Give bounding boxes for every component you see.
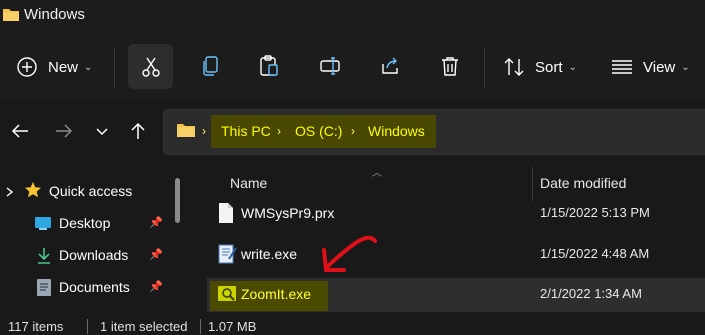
arrow-right-icon bbox=[54, 123, 74, 142]
nav-item-desktop[interactable]: Desktop 📌 bbox=[0, 208, 186, 240]
delete-button[interactable] bbox=[438, 52, 462, 80]
nav-item-label: Quick access bbox=[49, 183, 133, 199]
scrollbar-thumb[interactable] bbox=[175, 178, 180, 223]
zoomit-icon bbox=[217, 284, 237, 307]
nav-item-documents[interactable]: Documents 📌 bbox=[0, 272, 186, 304]
file-date: 1/15/2022 5:13 PM bbox=[540, 205, 650, 220]
copy-icon bbox=[201, 55, 221, 77]
rename-icon bbox=[319, 55, 341, 77]
chevron-down-icon bbox=[95, 124, 109, 140]
column-divider[interactable] bbox=[532, 167, 533, 201]
documents-icon bbox=[36, 278, 52, 300]
nav-item-quick-access[interactable]: Quick access bbox=[0, 176, 186, 208]
file-name: ZoomIt.exe bbox=[241, 286, 312, 302]
expand-chevron-icon bbox=[5, 185, 15, 201]
plus-circle-icon bbox=[16, 56, 38, 78]
status-divider bbox=[200, 319, 201, 334]
navigation-pane: Quick access Desktop 📌 Downloads 📌 Docum… bbox=[0, 170, 186, 315]
file-name: WMSysPr9.prx bbox=[241, 205, 335, 221]
nav-item-label: Downloads bbox=[59, 247, 129, 263]
cut-button[interactable] bbox=[128, 44, 173, 89]
toolbar-divider bbox=[484, 48, 485, 88]
view-button[interactable]: View ⌄ bbox=[611, 52, 690, 82]
file-date: 1/15/2022 4:48 AM bbox=[540, 246, 650, 261]
status-item-count: 117 items bbox=[8, 319, 64, 334]
sort-ascending-icon: ︿ bbox=[372, 168, 382, 179]
file-icon bbox=[217, 202, 235, 227]
star-icon bbox=[24, 181, 42, 202]
desktop-icon bbox=[34, 216, 52, 234]
file-row[interactable]: write.exe 1/15/2022 4:48 AM bbox=[207, 238, 705, 272]
status-divider bbox=[87, 319, 88, 334]
title-bar bbox=[0, 0, 705, 30]
view-button-label: View bbox=[643, 58, 676, 76]
clipboard-icon bbox=[258, 54, 280, 78]
chevron-down-icon: ⌄ bbox=[681, 61, 690, 73]
breadcrumb-windows[interactable]: Windows bbox=[368, 123, 425, 139]
trash-icon bbox=[440, 55, 460, 77]
rename-button[interactable] bbox=[318, 52, 342, 80]
arrow-left-icon bbox=[10, 123, 30, 142]
file-row[interactable]: ZoomIt.exe 2/1/2022 1:34 AM bbox=[207, 278, 705, 312]
wordpad-icon bbox=[217, 243, 237, 268]
file-date: 2/1/2022 1:34 AM bbox=[540, 286, 642, 301]
sort-button-label: Sort bbox=[535, 58, 563, 76]
column-header-date-modified[interactable]: Date modified bbox=[540, 175, 626, 191]
nav-item-label: Documents bbox=[59, 279, 130, 295]
window-title: Windows bbox=[24, 6, 85, 23]
sort-icon bbox=[503, 56, 525, 78]
breadcrumb-separator-icon: › bbox=[351, 124, 355, 138]
share-icon bbox=[379, 55, 401, 77]
forward-button[interactable] bbox=[50, 118, 78, 146]
download-icon bbox=[36, 247, 52, 268]
chevron-down-icon: ⌄ bbox=[84, 61, 93, 73]
pin-icon[interactable]: 📌 bbox=[149, 280, 163, 293]
up-button[interactable] bbox=[124, 118, 152, 146]
new-button[interactable]: New ⌄ bbox=[16, 52, 92, 82]
back-button[interactable] bbox=[6, 118, 34, 146]
annotation-arrow-icon bbox=[318, 232, 380, 281]
breadcrumb-separator-icon: › bbox=[277, 124, 281, 138]
share-button[interactable] bbox=[378, 52, 402, 80]
file-row[interactable]: WMSysPr9.prx 1/15/2022 5:13 PM bbox=[207, 197, 705, 231]
breadcrumb-this-pc[interactable]: This PC bbox=[221, 123, 271, 139]
chevron-down-icon: ⌄ bbox=[568, 61, 577, 73]
nav-item-downloads[interactable]: Downloads 📌 bbox=[0, 240, 186, 272]
pin-icon[interactable]: 📌 bbox=[149, 216, 163, 229]
arrow-up-icon bbox=[130, 121, 146, 144]
copy-button[interactable] bbox=[199, 52, 223, 80]
new-button-label: New bbox=[48, 58, 79, 76]
command-bar: New ⌄ Sort ⌄ View ⌄ bbox=[0, 30, 705, 102]
list-view-icon bbox=[611, 59, 633, 75]
folder-icon bbox=[2, 7, 20, 25]
breadcrumb-separator-icon: › bbox=[202, 124, 206, 138]
scissors-icon bbox=[140, 56, 162, 78]
pin-icon[interactable]: 📌 bbox=[149, 248, 163, 261]
toolbar-divider bbox=[114, 48, 115, 88]
file-name: write.exe bbox=[241, 246, 298, 262]
breadcrumb-os-c[interactable]: OS (C:) bbox=[295, 123, 342, 139]
nav-item-label: Desktop bbox=[59, 215, 111, 231]
folder-icon bbox=[176, 122, 196, 141]
column-header-name[interactable]: Name bbox=[230, 175, 267, 191]
sort-button[interactable]: Sort ⌄ bbox=[503, 52, 577, 82]
paste-button[interactable] bbox=[257, 52, 281, 80]
status-selection: 1 item selected bbox=[100, 319, 188, 334]
status-size: 1.07 MB bbox=[208, 319, 257, 334]
recent-locations-button[interactable] bbox=[88, 118, 116, 146]
